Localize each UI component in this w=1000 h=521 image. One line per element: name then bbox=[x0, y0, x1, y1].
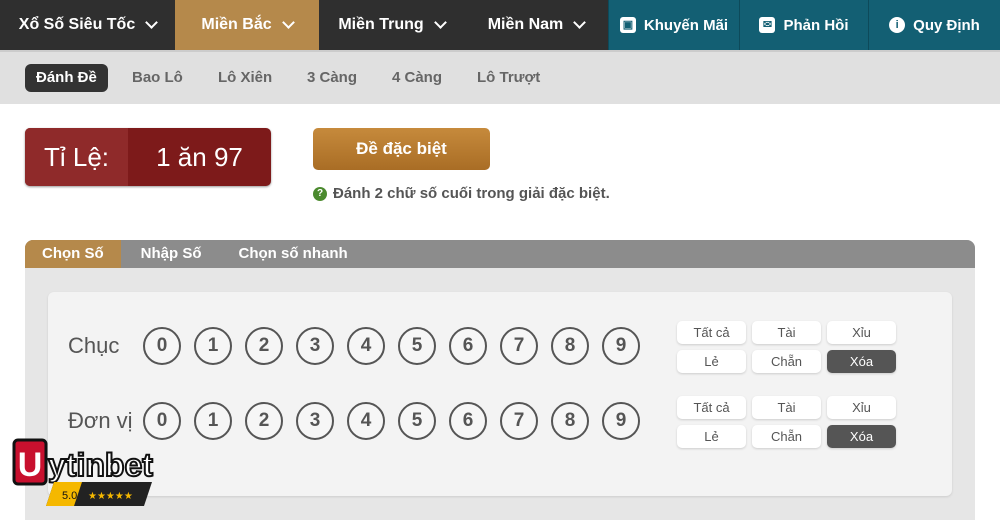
svg-text:U: U bbox=[18, 446, 43, 484]
nav-label: Miền Bắc bbox=[201, 16, 272, 33]
nav-xo-so-sieu-toc[interactable]: Xổ Số Siêu Tốc bbox=[0, 0, 175, 50]
digit-ball[interactable]: 3 bbox=[296, 327, 334, 365]
nav-label: Phản Hồi bbox=[783, 16, 849, 34]
info-icon: i bbox=[889, 17, 906, 33]
uytinbet-logo: U ytinbet 5.0 ★★★★★ bbox=[12, 438, 154, 506]
nav-label: Khuyến Mãi bbox=[643, 16, 729, 34]
nav-mien-bac[interactable]: Miền Bắc bbox=[175, 0, 319, 50]
row-label: Đơn vị bbox=[68, 408, 133, 433]
chevron-down-icon bbox=[281, 16, 295, 29]
top-nav: Xổ Số Siêu Tốc Miền Bắc Miền Trung Miền … bbox=[0, 0, 1000, 50]
gift-icon: ▣ bbox=[619, 17, 636, 33]
quick-select-button[interactable]: Xóa bbox=[827, 425, 896, 448]
nav-khuyen-mai[interactable]: ▣ Khuyến Mãi bbox=[608, 0, 739, 50]
nav-mien-trung[interactable]: Miền Trung bbox=[319, 0, 464, 50]
digit-ball[interactable]: 0 bbox=[143, 402, 181, 440]
subnav-danh-de[interactable]: Đánh Đề bbox=[25, 64, 108, 92]
subnav-bao-lo[interactable]: Bao Lô bbox=[132, 64, 183, 92]
de-dac-biet-button[interactable]: Đề đặc biệt bbox=[313, 128, 490, 170]
digit-ball[interactable]: 1 bbox=[194, 327, 232, 365]
ratio-box: Tỉ Lệ: 1 ăn 97 bbox=[25, 128, 271, 186]
digit-ball[interactable]: 8 bbox=[551, 402, 589, 440]
digit-ball[interactable]: 5 bbox=[398, 402, 436, 440]
digit-ball[interactable]: 2 bbox=[245, 327, 283, 365]
quick-select-button[interactable]: Lẻ bbox=[677, 350, 746, 373]
digit-ball[interactable]: 1 bbox=[194, 402, 232, 440]
chevron-down-icon bbox=[145, 16, 159, 29]
quick-select-button[interactable]: Lẻ bbox=[677, 425, 746, 448]
svg-text:ytinbet: ytinbet bbox=[48, 447, 153, 483]
nav-label: Quy Định bbox=[913, 16, 980, 34]
feedback-icon: ✉ bbox=[759, 17, 776, 33]
nav-quy-dinh[interactable]: i Quy Định bbox=[868, 0, 1000, 50]
subnav-3-cang[interactable]: 3 Càng bbox=[307, 64, 357, 92]
quick-select-button[interactable]: Tài bbox=[752, 396, 821, 419]
digit-ball[interactable]: 9 bbox=[602, 402, 640, 440]
tabs: Chọn Số Nhập Số Chọn số nhanh bbox=[25, 240, 975, 268]
digit-ball[interactable]: 7 bbox=[500, 402, 538, 440]
digit-ball[interactable]: 7 bbox=[500, 327, 538, 365]
tab-chon-so[interactable]: Chọn Số bbox=[25, 240, 121, 268]
rating-value: 5.0 bbox=[62, 490, 77, 502]
digit-ball[interactable]: 8 bbox=[551, 327, 589, 365]
subnav-4-cang[interactable]: 4 Càng bbox=[392, 64, 442, 92]
ratio-label: Tỉ Lệ: bbox=[25, 128, 128, 186]
quick-select-button[interactable]: Chẵn bbox=[752, 425, 821, 448]
nav-mien-nam[interactable]: Miền Nam bbox=[464, 0, 608, 50]
row-label: Chục bbox=[68, 333, 120, 358]
digit-ball[interactable]: 6 bbox=[449, 402, 487, 440]
stars-icon: ★★★★★ bbox=[88, 491, 133, 502]
digit-ball[interactable]: 0 bbox=[143, 327, 181, 365]
help-icon: ? bbox=[313, 186, 327, 201]
nav-phan-hoi[interactable]: ✉ Phản Hồi bbox=[739, 0, 868, 50]
digit-ball[interactable]: 6 bbox=[449, 327, 487, 365]
quick-select-button[interactable]: Tất cả bbox=[677, 321, 746, 344]
hint-text: Đánh 2 chữ số cuối trong giải đặc biệt. bbox=[333, 185, 610, 202]
quick-select-button[interactable]: Xóa bbox=[827, 350, 896, 373]
tab-chon-so-nhanh[interactable]: Chọn số nhanh bbox=[222, 240, 365, 268]
digit-ball[interactable]: 5 bbox=[398, 327, 436, 365]
quick-select-button[interactable]: Xỉu bbox=[827, 321, 896, 344]
digit-ball[interactable]: 4 bbox=[347, 402, 385, 440]
nav-label: Xổ Số Siêu Tốc bbox=[18, 16, 136, 33]
digit-row: Chục 0 1 2 3 4 5 6 7 8 9 Tất cả Tài Xỉu Lẻ Chẵn Xóa bbox=[48, 321, 952, 387]
quick-select-button[interactable]: Tài bbox=[752, 321, 821, 344]
hint: ? Đánh 2 chữ số cuối trong giải đặc biệt. bbox=[313, 185, 610, 202]
tab-nhap-so[interactable]: Nhập Số bbox=[121, 240, 222, 268]
digit-ball[interactable]: 4 bbox=[347, 327, 385, 365]
sub-nav: Đánh Đề Bao Lô Lô Xiên 3 Càng 4 Càng Lô … bbox=[0, 50, 1000, 104]
nav-label: Miền Nam bbox=[487, 16, 564, 33]
digit-ball[interactable]: 9 bbox=[602, 327, 640, 365]
chevron-down-icon bbox=[433, 16, 447, 29]
chevron-down-icon bbox=[573, 16, 587, 29]
quick-select-button[interactable]: Chẵn bbox=[752, 350, 821, 373]
digit-ball[interactable]: 3 bbox=[296, 402, 334, 440]
quick-select-button[interactable]: Tất cả bbox=[677, 396, 746, 419]
subnav-lo-truot[interactable]: Lô Trượt bbox=[477, 64, 540, 92]
subnav-lo-xien[interactable]: Lô Xiên bbox=[218, 64, 272, 92]
ratio-value: 1 ăn 97 bbox=[156, 142, 243, 172]
digit-ball[interactable]: 2 bbox=[245, 402, 283, 440]
nav-label: Miền Trung bbox=[338, 16, 424, 33]
quick-select-button[interactable]: Xỉu bbox=[827, 396, 896, 419]
